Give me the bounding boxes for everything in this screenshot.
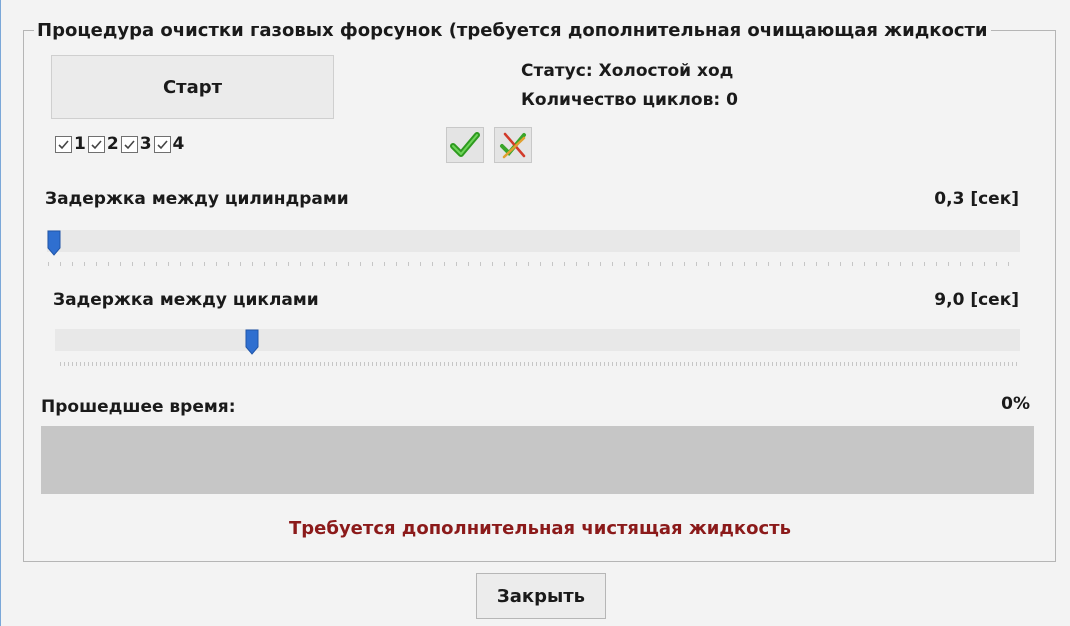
elapsed-time-label: Прошедшее время:: [41, 397, 236, 417]
cylinder-checkboxes: 1 2 3 4: [55, 134, 186, 154]
cylinder-delay-slider-track[interactable]: [47, 230, 1020, 252]
cycle-delay-ticks: [60, 362, 1020, 366]
clear-all-button[interactable]: [494, 127, 532, 163]
cycle-count-label: Количество циклов:: [521, 90, 721, 110]
cycle-count-line: Количество циклов: 0: [521, 86, 738, 115]
cylinder-delay-slider-thumb[interactable]: [47, 230, 61, 256]
cylinder-delay-ticks: [48, 262, 1020, 266]
cylinder-checkbox-2[interactable]: 2: [87, 134, 121, 154]
group-title: Процедура очистки газовых форсунок (треб…: [34, 17, 991, 45]
close-button[interactable]: Закрыть: [476, 573, 606, 619]
cylinder-delay-value: 0,3 [сек]: [934, 189, 1019, 209]
checkbox-icon[interactable]: [153, 135, 171, 153]
status-block: Статус: Холостой ход Количество циклов: …: [521, 57, 738, 115]
cylinder-checkbox-1[interactable]: 1: [55, 134, 88, 154]
cylinder-label: 3: [139, 134, 152, 154]
elapsed-percent: 0%: [1001, 394, 1030, 414]
status-value: Холостой ход: [598, 61, 734, 81]
cylinder-checkbox-4[interactable]: 4: [153, 134, 187, 154]
status-label: Статус:: [521, 61, 593, 81]
checkbox-icon[interactable]: [120, 135, 138, 153]
cycle-delay-slider-track[interactable]: [55, 329, 1020, 351]
checkbox-icon[interactable]: [55, 135, 72, 153]
cylinder-checkbox-3[interactable]: 3: [120, 134, 154, 154]
cylinder-label: 4: [172, 134, 185, 154]
status-line: Статус: Холостой ход: [521, 57, 738, 86]
cycle-delay-value: 9,0 [сек]: [934, 290, 1019, 310]
start-button[interactable]: Старт: [51, 55, 334, 119]
cycle-delay-slider-thumb[interactable]: [245, 329, 259, 355]
elapsed-progress-bar: [41, 426, 1034, 494]
cylinder-label: 1: [74, 134, 86, 154]
select-all-button[interactable]: [446, 127, 484, 163]
cycle-delay-label: Задержка между циклами: [53, 290, 319, 310]
cycle-count-value: 0: [726, 90, 739, 110]
uncheck-all-icon: [500, 132, 526, 159]
warning-message: Требуется дополнительная чистящая жидкос…: [289, 518, 791, 539]
cylinder-delay-label: Задержка между цилиндрами: [45, 189, 349, 209]
checkbox-icon[interactable]: [87, 135, 105, 153]
cylinder-label: 2: [106, 134, 119, 154]
check-all-icon: [450, 132, 480, 157]
